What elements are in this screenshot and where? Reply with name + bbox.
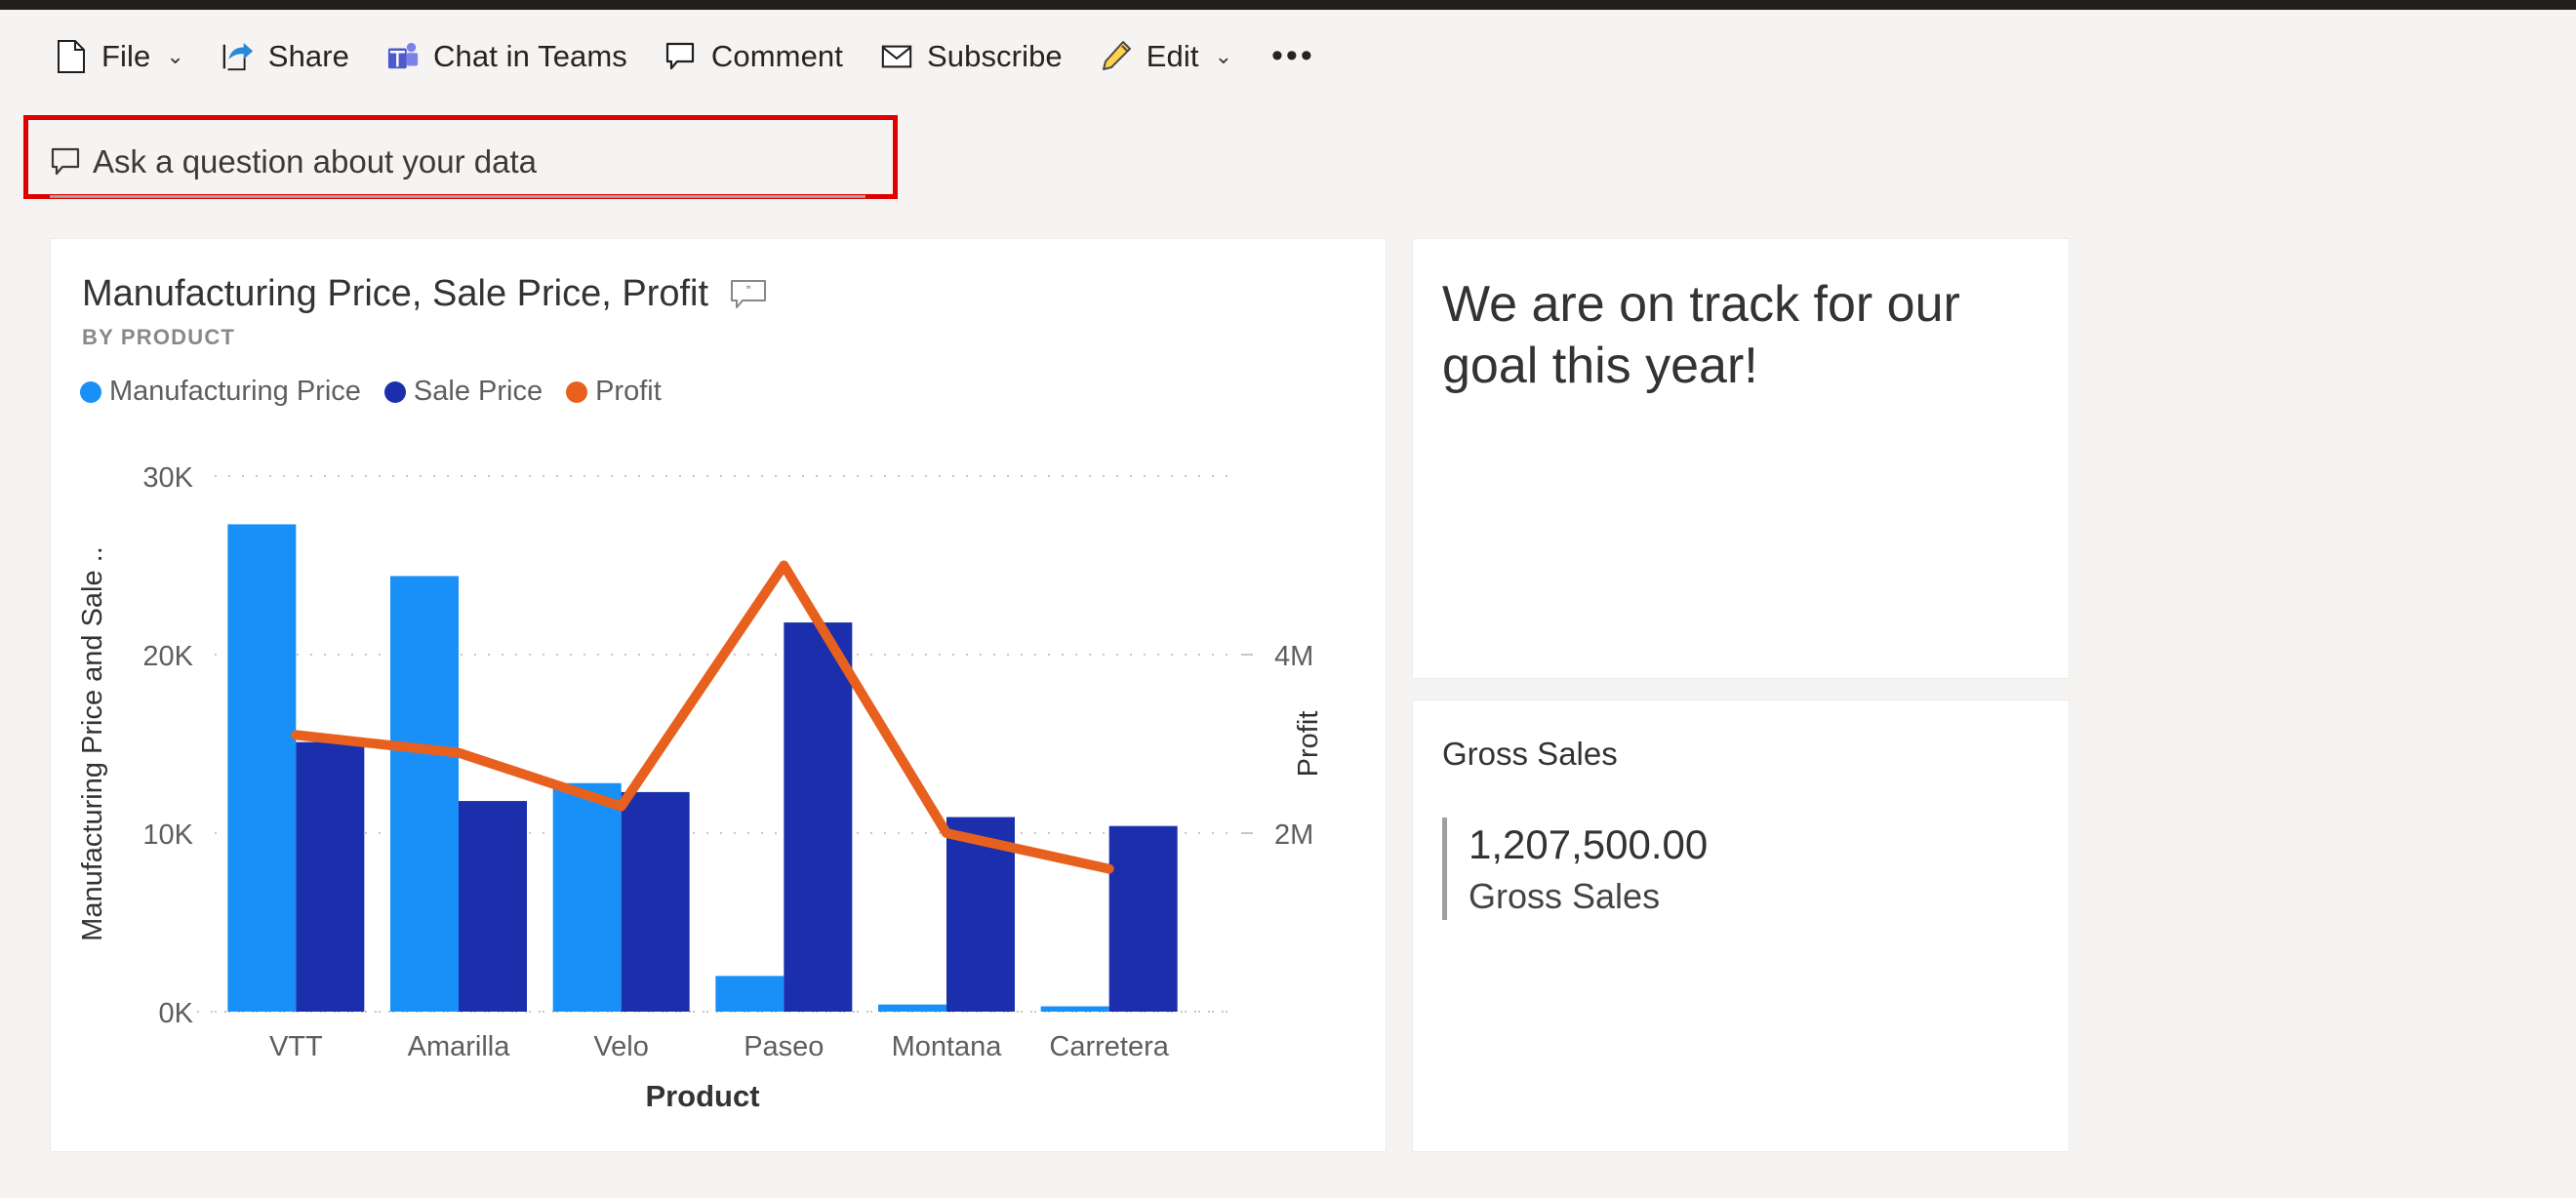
command-bar: File ⌄ Share Chat in Teams Comment Subsc… [0, 10, 2576, 102]
more-options-button[interactable]: ••• [1254, 37, 1333, 75]
comment-label: Comment [710, 38, 843, 73]
chart-bar [552, 782, 622, 1012]
qa-comment-icon [50, 145, 83, 179]
x-axis-tick-label: Carretera [1049, 1031, 1169, 1062]
x-axis-tick-label: VTT [269, 1031, 323, 1062]
chart-subtitle: BY PRODUCT [82, 325, 236, 349]
chart-bar [296, 741, 365, 1012]
legend-item-sale-price[interactable]: Sale Price [383, 376, 543, 408]
chevron-down-icon: ⌄ [166, 43, 184, 68]
pencil-icon [1100, 40, 1133, 73]
edit-button[interactable]: Edit ⌄ [1084, 27, 1248, 86]
share-label: Share [267, 38, 350, 73]
legend-swatch [566, 380, 588, 403]
chart-bar [784, 622, 853, 1012]
x-axis-title: Product [645, 1079, 759, 1113]
comment-icon [664, 40, 698, 73]
chart-bar [390, 576, 459, 1012]
chart-title: Manufacturing Price, Sale Price, Profit [82, 273, 709, 314]
card-accent-rule [1442, 818, 1447, 921]
y2-axis-tick-label: 2M [1274, 819, 1313, 851]
legend-label: Sale Price [413, 376, 543, 407]
legend-label: Profit [595, 376, 662, 407]
x-axis-tick-label: Montana [892, 1031, 1003, 1062]
chart-bar [878, 1004, 946, 1012]
chevron-down-icon: ⌄ [1214, 43, 1233, 68]
comment-button[interactable]: Comment [649, 27, 859, 86]
svg-text:”: ” [746, 283, 750, 298]
text-tile[interactable]: We are on track for our goal this year! [1413, 239, 2069, 678]
y-axis-tick-label: 30K [142, 462, 193, 494]
share-button[interactable]: Share [206, 27, 365, 86]
card-tile[interactable]: Gross Sales 1,207,500.00 Gross Sales [1413, 700, 2069, 1151]
x-axis-tick-label: Amarilla [408, 1031, 511, 1062]
chart-bar [1040, 1006, 1109, 1012]
share-icon [221, 40, 255, 73]
qa-question-box[interactable]: Ask a question about your data [50, 134, 865, 190]
edit-label: Edit [1146, 38, 1199, 73]
chart-bar [715, 976, 785, 1012]
chart-bar [621, 791, 690, 1012]
legend-item-profit[interactable]: Profit [566, 376, 662, 408]
qa-input-placeholder: Ask a question about your data [93, 143, 537, 180]
legend-label: Manufacturing Price [109, 376, 361, 407]
card-tile-label: Gross Sales [1469, 875, 1661, 916]
y-axis-tick-label: 0K [159, 998, 194, 1029]
chart-bar [227, 524, 297, 1012]
file-icon [55, 39, 88, 73]
mail-icon [880, 40, 913, 73]
card-tile-title: Gross Sales [1442, 736, 1618, 772]
x-axis-tick-label: Velo [593, 1031, 648, 1062]
file-label: File [101, 38, 151, 73]
chart-tile[interactable]: Manufacturing Price, Sale Price, Profit … [51, 239, 1386, 1151]
y-axis-title: Manufacturing Price and Sale .. [77, 546, 108, 941]
file-menu-button[interactable]: File ⌄ [39, 27, 200, 86]
card-tile-value: 1,207,500.00 [1469, 821, 1709, 867]
card-tile-body: 1,207,500.00 Gross Sales [1442, 818, 1709, 921]
subscribe-label: Subscribe [927, 38, 1063, 73]
chat-in-teams-button[interactable]: Chat in Teams [371, 27, 643, 86]
y2-axis-title: Profit [1293, 711, 1324, 778]
teams-icon [386, 40, 420, 73]
legend-swatch [80, 380, 101, 403]
subscribe-button[interactable]: Subscribe [865, 27, 1078, 86]
chart-bar [1108, 825, 1178, 1012]
text-tile-message: We are on track for our goal this year! [1442, 276, 1960, 395]
y2-axis-tick-label: 4M [1274, 641, 1313, 672]
qa-question-box-highlight: Ask a question about your data [23, 115, 898, 199]
y-axis-tick-label: 10K [142, 819, 193, 851]
chart-plot-area[interactable]: 0K 10K 20K 30K 2M 4M Manufacturing Price and S… [51, 419, 1386, 1151]
chart-svg: 0K 10K 20K 30K 2M 4M Manufacturing Price and S… [77, 462, 1324, 1113]
chart-legend: Manufacturing Price Sale Price Profit [80, 376, 662, 408]
legend-swatch [383, 380, 406, 403]
x-axis-tick-label: Paseo [744, 1031, 824, 1062]
y-axis-tick-label: 20K [142, 641, 193, 672]
window-top-strip [0, 0, 2576, 10]
chart-title-row: Manufacturing Price, Sale Price, Profit … [82, 273, 767, 315]
chart-bar [459, 801, 527, 1012]
qa-input-underline [50, 195, 865, 198]
qa-badge-icon[interactable]: ” [730, 279, 767, 310]
chat-in-teams-label: Chat in Teams [433, 38, 627, 73]
legend-item-manufacturing-price[interactable]: Manufacturing Price [80, 376, 361, 408]
